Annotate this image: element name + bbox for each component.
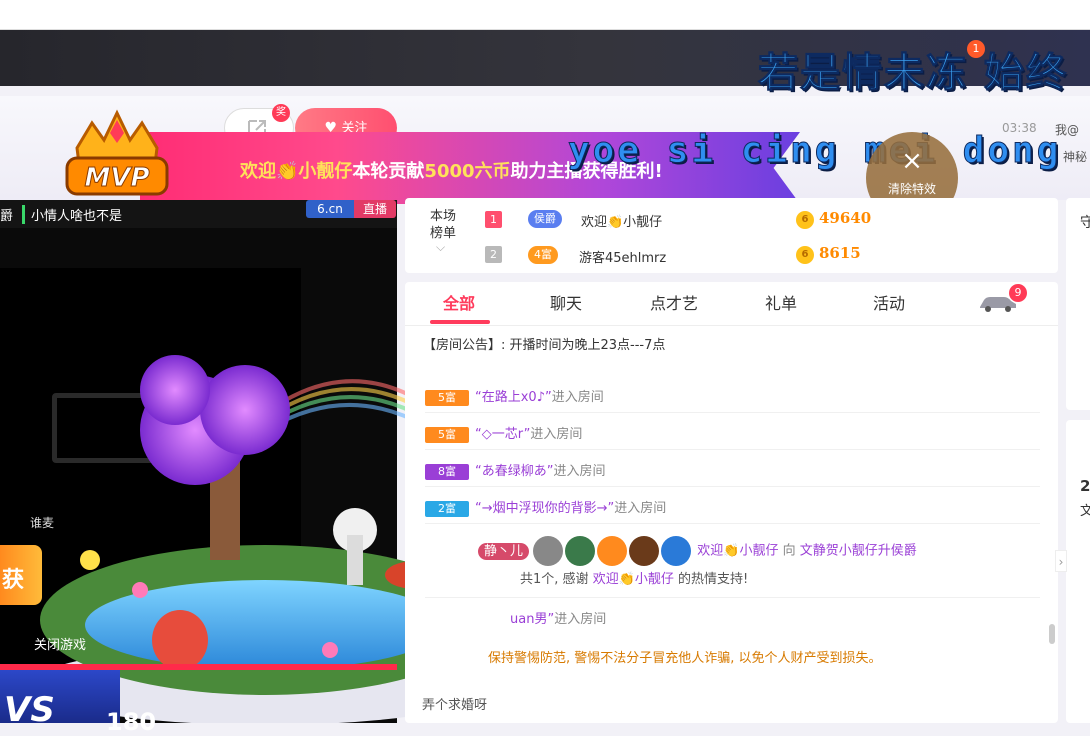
chat-scrollbar[interactable] [1049, 624, 1055, 644]
gift-char: 获 [2, 568, 25, 593]
gift-thanks-message: 共1个, 感谢 欢迎👏小靓仔 的热情支持! [520, 568, 748, 587]
chat-message: uan男”进入房间 [510, 608, 606, 627]
tab-all[interactable]: 全部 [443, 290, 475, 314]
coin-icon: 6 [796, 211, 814, 229]
tab-talent[interactable]: 点才艺 [650, 290, 698, 314]
chat-action: 进入房间 [554, 612, 607, 627]
rank-coins: 49640 [819, 209, 872, 227]
car-badge: 9 [1009, 284, 1027, 302]
overlay-lyrics: yoe si cing mei dong [567, 130, 1062, 172]
browser-top-strip [0, 0, 1090, 30]
anchor-name: 小情人啥也不是 [22, 205, 122, 224]
leaderboard-card [405, 198, 1058, 273]
chat-user[interactable]: “あ春绿柳あ” [475, 464, 553, 479]
close-game-button[interactable]: 关闭游戏 [34, 634, 86, 653]
gift-count: 共1个, 感谢 [520, 572, 589, 587]
chat-action: 进入房间 [551, 390, 604, 405]
level-badge-icon [661, 536, 692, 566]
tab-underline [430, 320, 490, 324]
side-panel [1066, 420, 1090, 723]
divider [425, 449, 1040, 450]
chevron-down-icon[interactable]: ⌵ [436, 240, 445, 255]
tab-gift-list[interactable]: 礼单 [765, 290, 797, 314]
mvp-amount: 5000六币 [424, 161, 511, 182]
chat-user[interactable]: uan男” [510, 612, 554, 627]
right-notice-text-2: 神秘 [1063, 150, 1088, 164]
leaderboard-title: 本场榜单 [430, 209, 457, 241]
mvp-mid: 本轮贡献 [352, 161, 425, 182]
mvp-welcome: 欢迎 [240, 161, 276, 182]
tab-divider [405, 325, 1058, 326]
chat-message: 8富 “あ春绿柳あ”进入房间 [425, 460, 606, 480]
chat-user[interactable]: “在路上x0♪” [475, 390, 552, 405]
chat-message: 5富 “在路上x0♪”进入房间 [425, 386, 604, 406]
wealth-badge: 2富 [425, 500, 469, 517]
close-icon: × [901, 146, 923, 176]
rank-number: 2 [485, 246, 502, 263]
scrolling-banner-text: 若是情未冻 始终 [758, 50, 1068, 97]
chat-message: 5富 “◇一芯r”进入房间 [425, 423, 582, 443]
divider [425, 597, 1040, 598]
chat-user[interactable]: “◇一芯r” [475, 427, 530, 442]
chat-action: 进入房间 [614, 501, 667, 516]
chat-message: 2富 “→烟中浮现你的背影→”进入房间 [425, 497, 666, 517]
rank-badge: 4富 [528, 246, 558, 264]
rank-user-name[interactable]: 欢迎👏小靓仔 [581, 211, 662, 230]
chat-message: 弄个求婚呀 [422, 698, 488, 713]
side-panel-text: 文 [1080, 504, 1090, 519]
chat-user[interactable]: “→烟中浮现你的背影→” [475, 501, 614, 516]
gift-message: 静丶儿 欢迎👏小靓仔 向 文静贺小靓仔升侯爵 [478, 536, 917, 566]
side-panel-label: 守 [1080, 215, 1090, 231]
divider [425, 412, 1040, 413]
rank-coins: 8615 [819, 244, 861, 262]
divider [425, 523, 1040, 524]
mvp-label: MVP [84, 163, 149, 193]
wealth-badge-icon [565, 536, 596, 566]
wealth-badge: 8富 [425, 463, 469, 480]
rank-number: 1 [485, 211, 502, 228]
side-panel-number: 2 [1080, 477, 1090, 495]
mvp-user: 小靓仔 [298, 161, 353, 182]
chat-user[interactable]: 欢迎👏小靓仔 [593, 572, 674, 587]
share-reward-badge: 奖 [272, 104, 290, 122]
chat-user[interactable]: 欢迎👏小靓仔 [697, 544, 778, 559]
tab-chat[interactable]: 聊天 [550, 290, 582, 314]
chat-target[interactable]: 文静贺小靓仔升侯爵 [800, 544, 917, 559]
wealth-badge: 5富 [425, 426, 469, 443]
clap-icon: 👏 [276, 161, 299, 182]
divider [425, 486, 1040, 487]
chat-action: 进入房间 [553, 464, 606, 479]
chat-connector: 向 [782, 543, 796, 559]
chat-action: 进入房间 [530, 427, 583, 442]
guard-badge-icon [533, 536, 564, 566]
mvp-crown-badge: MVP [65, 109, 169, 196]
pk-number: 180 [106, 708, 157, 736]
rank-badge: 侯爵 [528, 210, 562, 228]
rank-user-name[interactable]: 游客45ehlmrz [579, 247, 666, 266]
chat-user[interactable]: 静丶儿 [478, 542, 530, 560]
wealth-badge: 5富 [425, 389, 469, 406]
gift-tail: 的热情支持! [678, 572, 749, 587]
room-notice: 【房间公告】: 开播时间为晚上23点---7点 [423, 338, 666, 353]
coin-icon: 6 [796, 246, 814, 264]
pk-progress [0, 664, 397, 670]
noble-badge-icon [629, 536, 660, 566]
live-badge: 直播 [354, 200, 396, 218]
safety-warning: 保持警惕防范, 警惕不法分子冒充他人诈骗, 以免个人财产受到损失。 [488, 651, 882, 666]
notification-badge[interactable]: 1 [967, 40, 985, 58]
fan-badge-icon [597, 536, 628, 566]
vs-label: VS [4, 690, 55, 730]
tab-activity[interactable]: 活动 [873, 290, 905, 314]
chevron-right-icon[interactable]: › [1055, 550, 1067, 572]
clear-effects-label: 清除特效 [887, 182, 936, 196]
site-logo: 6.cn [306, 200, 354, 218]
anchor-rank-tag: 爵 [0, 209, 14, 224]
